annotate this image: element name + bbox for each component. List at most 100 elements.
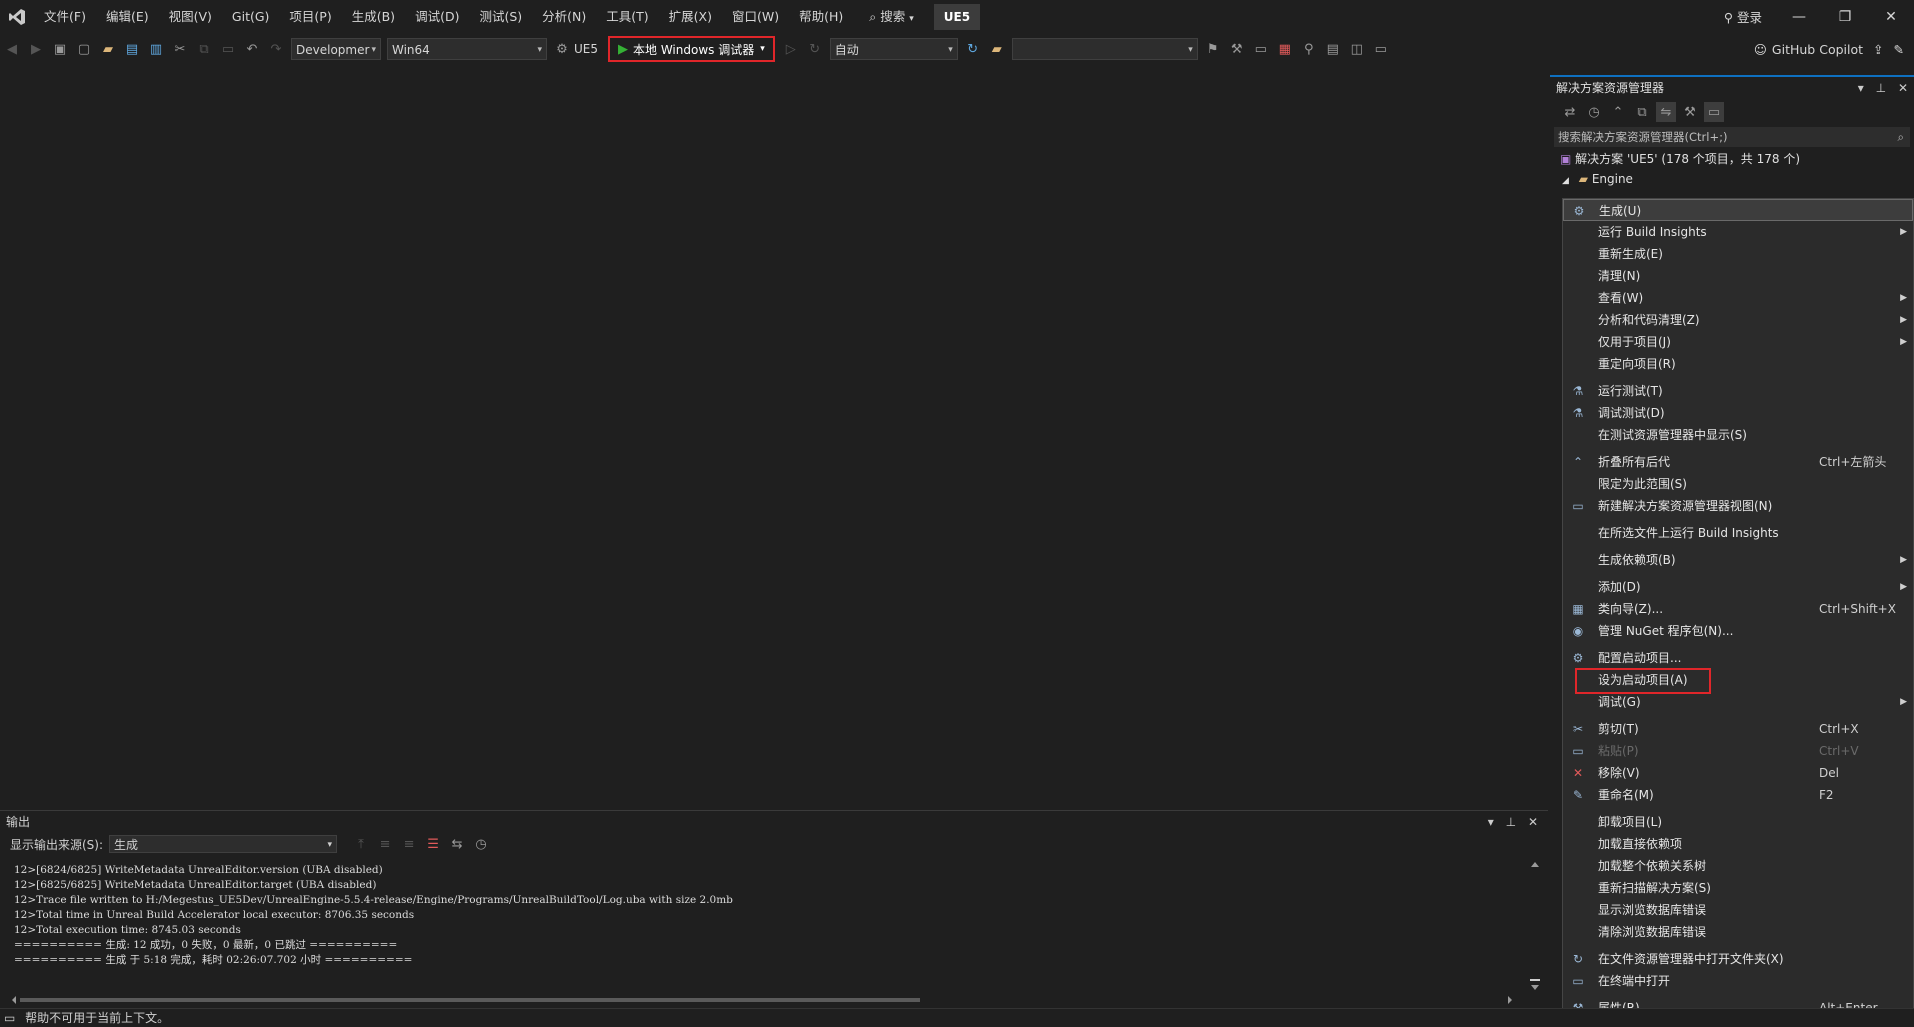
output-source-select[interactable]: 生成 ▾	[109, 835, 338, 853]
context-menu-item[interactable]: ⚙ 生成(U)	[1563, 199, 1913, 221]
menu-extensions[interactable]: 扩展(X)	[659, 0, 722, 33]
context-menu-item[interactable]: 查看(W) ▶	[1563, 287, 1913, 309]
folder-icon[interactable]: ▰	[987, 39, 1007, 59]
bookmark-icon[interactable]: ⚑	[1203, 39, 1223, 59]
startup-project-label[interactable]: UE5	[574, 42, 598, 56]
share-icon[interactable]: ⇪	[1873, 42, 1883, 57]
switch-views-icon[interactable]: ⇄	[1560, 102, 1580, 122]
context-menu-item[interactable]: ✕ 移除(V) Del	[1563, 762, 1913, 784]
open-folder-icon[interactable]: ▰	[98, 39, 118, 59]
save-all-icon[interactable]: ▥	[146, 39, 166, 59]
menu-edit[interactable]: 编辑(E)	[96, 0, 159, 33]
context-menu-item[interactable]: 加载直接依赖项	[1563, 833, 1913, 855]
context-menu-item[interactable]: 运行 Build Insights ▶	[1563, 221, 1913, 243]
attach-icon[interactable]: ⚲	[1299, 39, 1319, 59]
wrench-icon[interactable]: ⚒	[1227, 39, 1247, 59]
toolbox-icon[interactable]: ▦	[1275, 39, 1295, 59]
context-menu-item[interactable]: ▭ 新建解决方案资源管理器视图(N)	[1563, 495, 1913, 517]
copy-icon[interactable]: ⧉	[194, 39, 214, 59]
hot-reload-icon[interactable]: ↻	[805, 39, 825, 59]
configuration-select[interactable]: Developmer ▾	[291, 38, 381, 60]
close-icon[interactable]: ✕	[1528, 815, 1538, 829]
menu-analyze[interactable]: 分析(N)	[532, 0, 596, 33]
platform-select[interactable]: Win64 ▾	[387, 38, 547, 60]
pin-icon[interactable]: ⊥	[1876, 81, 1886, 95]
search-button[interactable]: ⌕ 搜索 ▾	[861, 5, 922, 29]
context-menu-item[interactable]: 在所选文件上运行 Build Insights	[1563, 522, 1913, 544]
close-icon[interactable]: ✕	[1898, 81, 1908, 95]
preview-icon[interactable]: ▭	[1704, 102, 1724, 122]
context-menu-item[interactable]: 添加(D) ▶	[1563, 576, 1913, 598]
start-without-debugging-icon[interactable]: ▷	[781, 39, 801, 59]
context-menu-item[interactable]: ✎ 重命名(M) F2	[1563, 784, 1913, 806]
context-menu-item[interactable]: 清除浏览数据库错误	[1563, 921, 1913, 943]
chevron-down-icon[interactable]: ▾	[1488, 815, 1494, 829]
menu-build[interactable]: 生成(B)	[342, 0, 405, 33]
restore-button[interactable]: ❐	[1822, 9, 1868, 25]
layout-icon[interactable]: ▤	[1323, 39, 1343, 59]
feedback-icon[interactable]: ✎	[1894, 42, 1904, 57]
context-menu-item[interactable]: 在测试资源管理器中显示(S)	[1563, 424, 1913, 446]
close-button[interactable]: ✕	[1868, 9, 1914, 25]
engine-folder-node[interactable]: ◢ ▰ Engine	[1550, 169, 1914, 189]
context-menu-item[interactable]: 分析和代码清理(Z) ▶	[1563, 309, 1913, 331]
context-menu-item[interactable]: ↻ 在文件资源管理器中打开文件夹(X)	[1563, 948, 1913, 970]
new-project-icon[interactable]: ▣	[50, 39, 70, 59]
cut-icon[interactable]: ✂	[170, 39, 190, 59]
redo-icon[interactable]: ↷	[266, 39, 286, 59]
context-menu-item[interactable]: ✂ 剪切(T) Ctrl+X	[1563, 718, 1913, 740]
menu-debug[interactable]: 调试(D)	[405, 0, 469, 33]
context-menu-item[interactable]: ▦ 类向导(Z)... Ctrl+Shift+X	[1563, 598, 1913, 620]
refresh-icon[interactable]: ↻	[963, 39, 983, 59]
context-menu-item[interactable]: 加载整个依赖关系树	[1563, 855, 1913, 877]
menu-help[interactable]: 帮助(H)	[789, 0, 853, 33]
visual-studio-logo-icon[interactable]	[0, 0, 34, 33]
context-menu-item[interactable]: 显示浏览数据库错误	[1563, 899, 1913, 921]
customize-icon[interactable]: ▭	[1371, 39, 1391, 59]
context-menu-item[interactable]: 调试(G) ▶	[1563, 691, 1913, 713]
window-icon[interactable]: ◫	[1347, 39, 1367, 59]
output-text[interactable]: 12>[6824/6825] WriteMetadata UnrealEdito…	[14, 863, 733, 968]
history-icon[interactable]: ◷	[1584, 102, 1604, 122]
context-menu-item[interactable]: 清理(N)	[1563, 265, 1913, 287]
auto-select[interactable]: 自动 ▾	[829, 38, 958, 60]
properties-icon[interactable]: ⚒	[1680, 102, 1700, 122]
forward-icon[interactable]: ▶	[26, 39, 46, 59]
context-menu-item[interactable]: 生成依赖项(B) ▶	[1563, 549, 1913, 571]
login-button[interactable]: ⚲ 登录	[1710, 7, 1776, 26]
vertical-scrollbar[interactable]	[1528, 861, 1542, 993]
context-menu-item[interactable]: 重新生成(E)	[1563, 243, 1913, 265]
context-menu-item[interactable]: 重新扫描解决方案(S)	[1563, 877, 1913, 899]
next-message-icon[interactable]: ≡	[399, 834, 419, 854]
timestamp-icon[interactable]: ◷	[471, 834, 491, 854]
previous-message-icon[interactable]: ≡	[375, 834, 395, 854]
show-all-files-icon[interactable]: ⧉	[1632, 102, 1652, 122]
github-copilot-button[interactable]: ☺ GitHub Copilot ⇪ ✎	[1754, 33, 1914, 65]
clear-all-icon[interactable]: ☰	[423, 834, 443, 854]
sync-icon[interactable]: ⇋	[1656, 102, 1676, 122]
menu-git[interactable]: Git(G)	[222, 0, 280, 33]
word-wrap-icon[interactable]: ⇆	[447, 834, 467, 854]
context-menu-item[interactable]: 限定为此范围(S)	[1563, 473, 1913, 495]
new-file-icon[interactable]: ▢	[74, 39, 94, 59]
target-select[interactable]: ▾	[1011, 38, 1198, 60]
menu-file[interactable]: 文件(F)	[34, 0, 96, 33]
minimize-button[interactable]: —	[1776, 9, 1822, 25]
context-menu-item[interactable]: ⚗ 调试测试(D)	[1563, 402, 1913, 424]
chevron-down-icon[interactable]: ▾	[1858, 81, 1864, 95]
save-icon[interactable]: ▤	[122, 39, 142, 59]
context-menu-item[interactable]: ⚗ 运行测试(T)	[1563, 380, 1913, 402]
go-to-error-icon[interactable]: ⤒	[351, 834, 371, 854]
horizontal-scrollbar[interactable]	[8, 995, 1516, 1005]
collapse-all-icon[interactable]: ⌃	[1608, 102, 1628, 122]
menu-test[interactable]: 测试(S)	[469, 0, 532, 33]
context-menu-item[interactable]: ⚙ 配置启动项目...	[1563, 647, 1913, 669]
solution-explorer-search[interactable]: 搜索解决方案资源管理器(Ctrl+;) ⌕	[1554, 127, 1910, 147]
context-menu-item[interactable]: 卸载项目(L)	[1563, 811, 1913, 833]
solution-name-badge[interactable]: UE5	[933, 3, 981, 30]
comment-icon[interactable]: ▭	[1251, 39, 1271, 59]
gear-icon[interactable]: ⚙	[552, 39, 572, 59]
context-menu-item[interactable]: 重定向项目(R)	[1563, 353, 1913, 375]
menu-project[interactable]: 项目(P)	[279, 0, 341, 33]
context-menu-item[interactable]: ⌃ 折叠所有后代 Ctrl+左箭头	[1563, 451, 1913, 473]
